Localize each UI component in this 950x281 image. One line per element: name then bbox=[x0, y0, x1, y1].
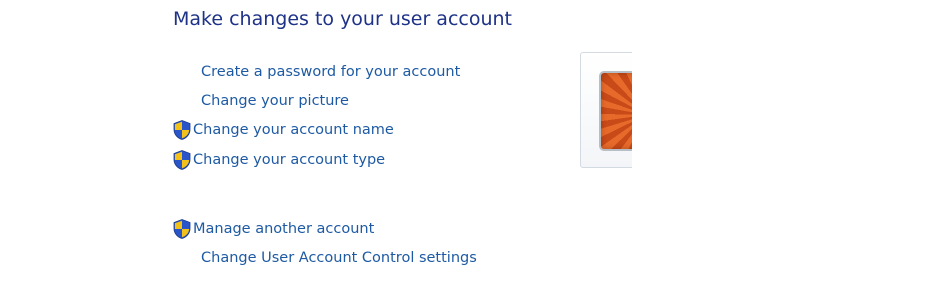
change-account-type-link[interactable]: Change your account type bbox=[171, 149, 385, 171]
create-password-link[interactable]: Create a password for your account bbox=[201, 61, 460, 83]
change-account-name-link[interactable]: Change your account name bbox=[171, 119, 394, 141]
create-password-label[interactable]: Create a password for your account bbox=[201, 64, 460, 80]
user-picture-frame bbox=[580, 52, 632, 168]
change-picture-link[interactable]: Change your picture bbox=[201, 90, 349, 112]
page-title: Make changes to your user account bbox=[173, 8, 513, 30]
uac-shield-icon bbox=[171, 119, 193, 141]
user-accounts-page: Make changes to your user account Create… bbox=[0, 0, 950, 281]
uac-shield-icon bbox=[171, 218, 193, 240]
manage-another-account-label[interactable]: Manage another account bbox=[193, 221, 374, 237]
uac-shield-icon bbox=[171, 149, 193, 171]
change-uac-settings-label[interactable]: Change User Account Control settings bbox=[201, 250, 477, 266]
change-account-type-label[interactable]: Change your account type bbox=[193, 152, 385, 168]
change-account-name-label[interactable]: Change your account name bbox=[193, 122, 394, 138]
user-picture-border bbox=[580, 52, 632, 168]
change-uac-settings-link[interactable]: Change User Account Control settings bbox=[201, 247, 477, 269]
user-picture bbox=[599, 71, 632, 151]
change-picture-label[interactable]: Change your picture bbox=[201, 93, 349, 109]
manage-another-account-link[interactable]: Manage another account bbox=[171, 218, 374, 240]
